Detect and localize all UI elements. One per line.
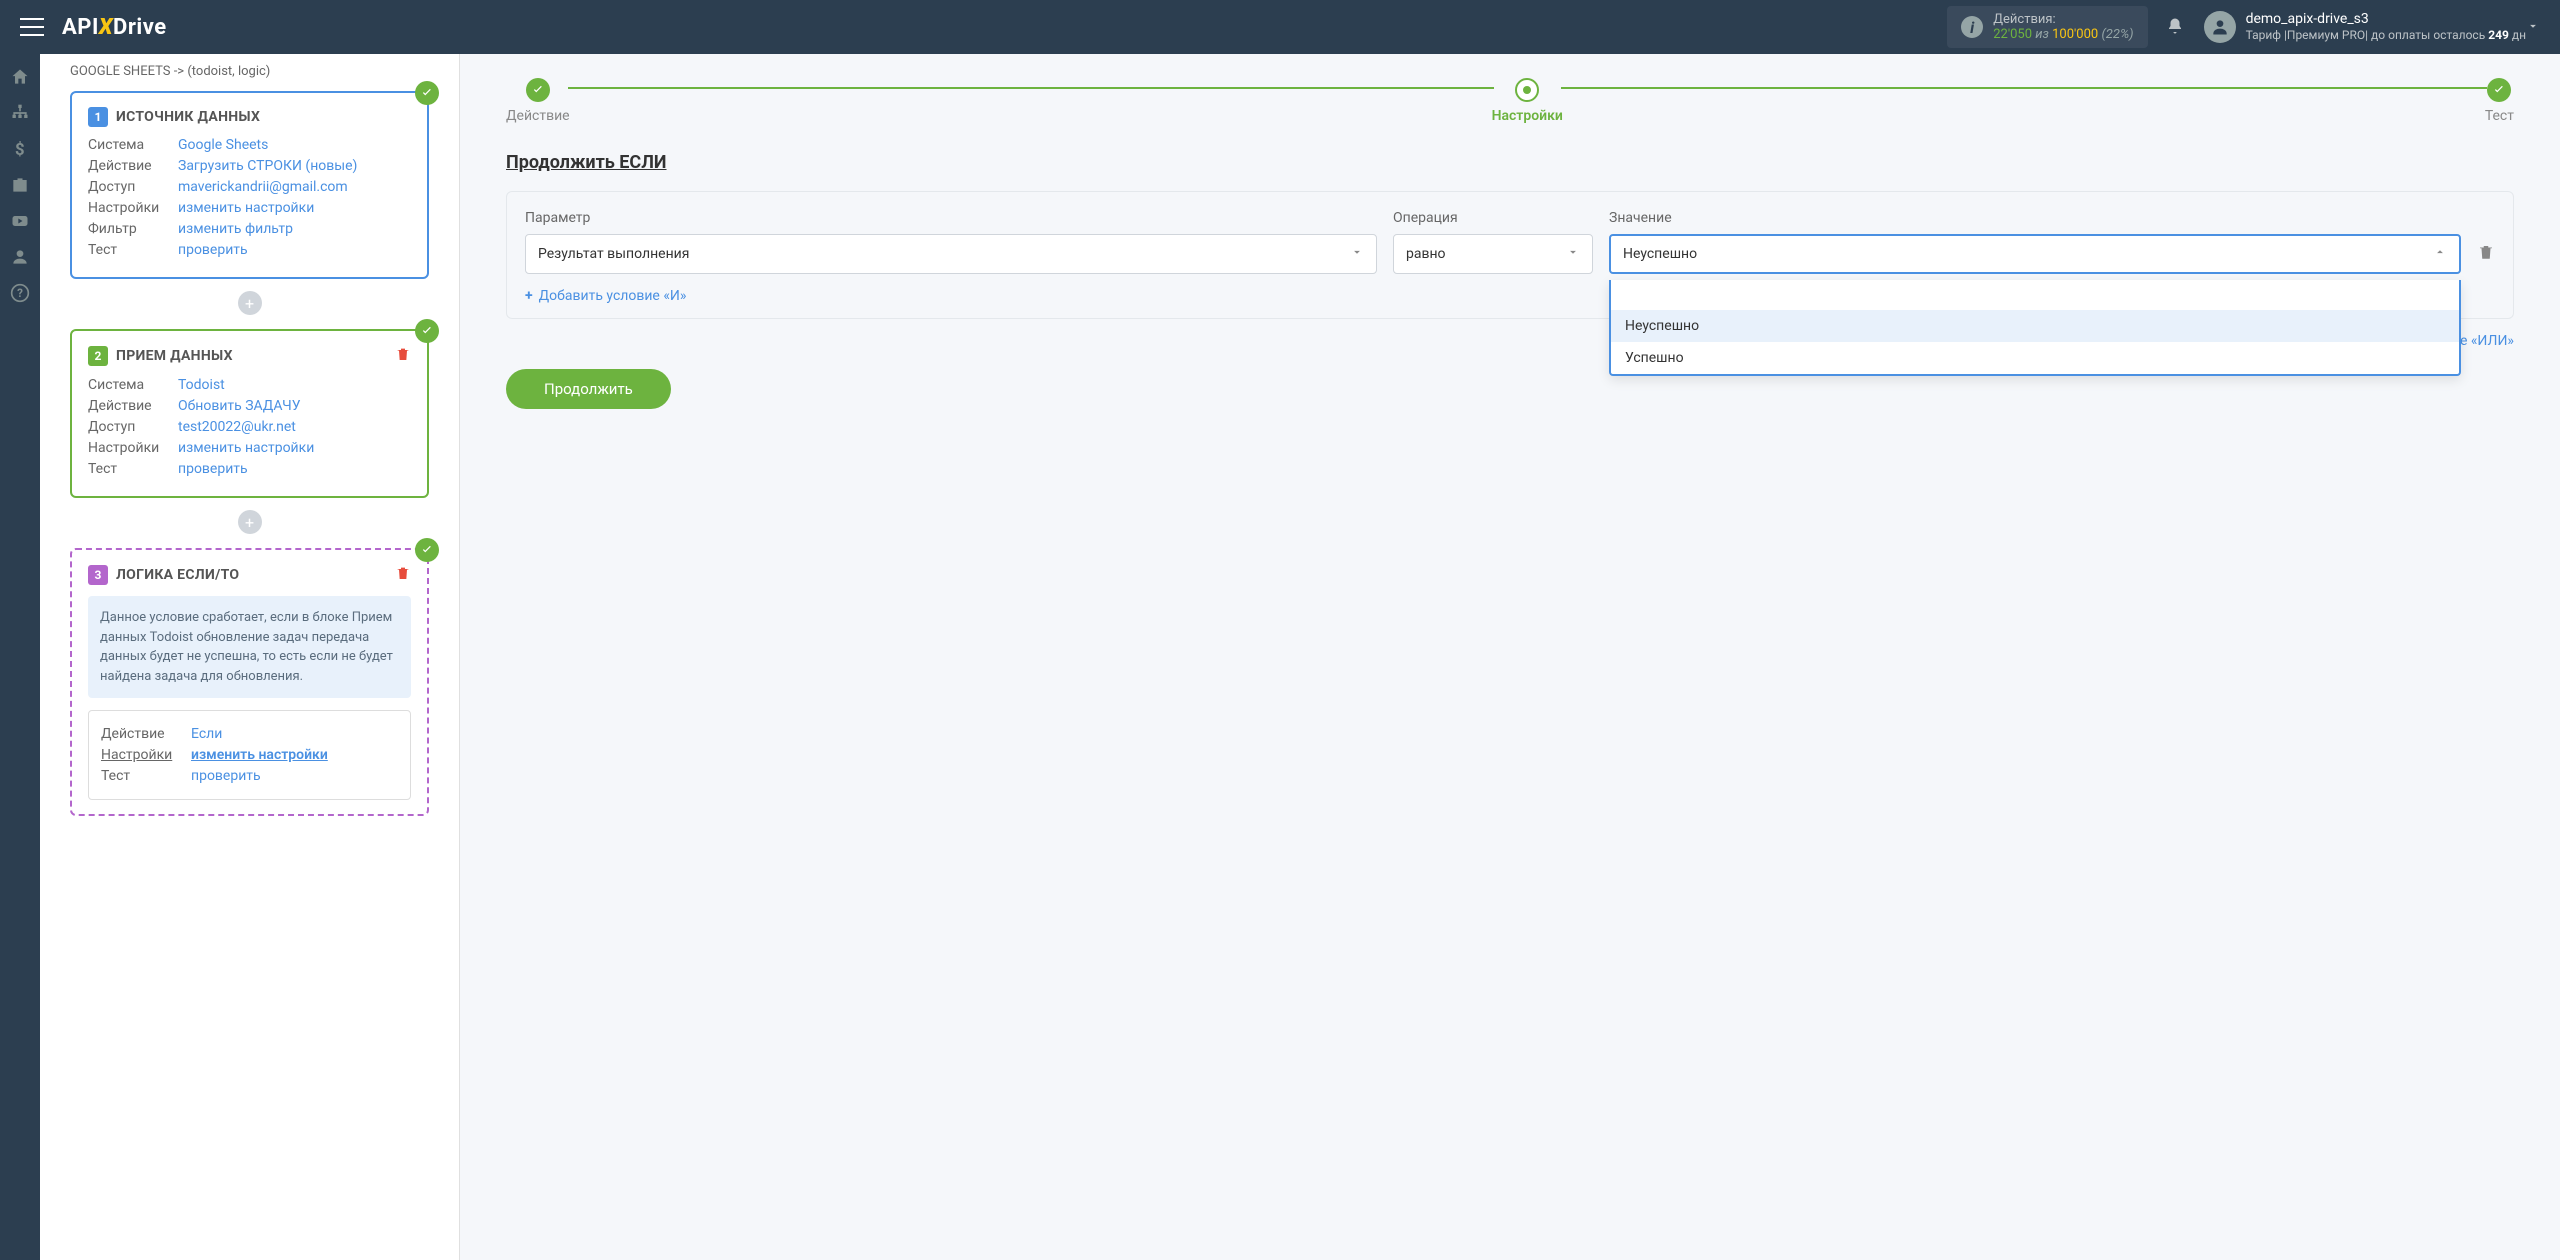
logo-text-pre: API: [62, 15, 99, 40]
delete-block-icon[interactable]: [395, 345, 411, 367]
condition-group: Параметр Результат выполнения Операция р…: [506, 191, 2514, 319]
nav-briefcase-icon[interactable]: [9, 174, 31, 196]
value-label: Значение: [1609, 210, 2461, 226]
block-status-check-icon: [415, 319, 439, 343]
user-menu-chevron-icon[interactable]: [2526, 18, 2540, 37]
actions-counter[interactable]: i Действия: 22'050 из 100'000 (22%): [1947, 6, 2147, 48]
logic-test-link[interactable]: проверить: [191, 768, 261, 784]
logic-settings-link[interactable]: изменить настройки: [191, 747, 328, 763]
step-done-icon: [2487, 78, 2511, 102]
user-avatar[interactable]: [2204, 11, 2236, 43]
logo-text-post: Drive: [113, 15, 167, 40]
operation-select[interactable]: равно: [1393, 234, 1593, 274]
svg-text:$: $: [15, 141, 25, 159]
step-test[interactable]: Тест: [2485, 78, 2514, 124]
destination-block[interactable]: 2 ПРИЕМ ДАННЫХ СистемаTodoist ДействиеОб…: [70, 329, 429, 498]
param-select[interactable]: Результат выполнения: [525, 234, 1377, 274]
block-number: 2: [88, 346, 108, 366]
source-test-link[interactable]: проверить: [178, 242, 248, 258]
block-title: ПРИЕМ ДАННЫХ: [116, 348, 233, 364]
source-access-link[interactable]: maverickandrii@gmail.com: [178, 179, 348, 195]
topbar: APIXDrive i Действия: 22'050 из 100'000 …: [0, 0, 2560, 54]
block-title: ЛОГИКА ЕСЛИ/ТО: [116, 567, 239, 583]
continue-button[interactable]: Продолжить: [506, 369, 671, 409]
user-plan: Тариф |Премиум PRO| до оплаты осталось 2…: [2246, 28, 2526, 42]
actions-numbers: 22'050 из 100'000 (22%): [1993, 27, 2133, 42]
delete-block-icon[interactable]: [395, 564, 411, 586]
chevron-down-icon: [1566, 245, 1580, 263]
blocks-panel: GOOGLE SHEETS -> (todoist, logic) 1 ИСТО…: [40, 54, 460, 1260]
dest-access-link[interactable]: test20022@ukr.net: [178, 419, 296, 435]
block-status-check-icon: [415, 81, 439, 105]
chevron-down-icon: [1350, 245, 1364, 263]
section-title: Продолжить ЕСЛИ: [506, 152, 2514, 173]
user-info[interactable]: demo_apix-drive_s3 Тариф |Премиум PRO| д…: [2246, 11, 2526, 42]
block-number: 3: [88, 565, 108, 585]
nav-help-icon[interactable]: ?: [9, 282, 31, 304]
step-action[interactable]: Действие: [506, 78, 570, 124]
main-panel: Действие Настройки Тест Продолжить ЕСЛИ …: [460, 54, 2560, 1260]
nav-billing-icon[interactable]: $: [9, 138, 31, 160]
breadcrumb: GOOGLE SHEETS -> (todoist, logic): [70, 64, 429, 79]
dropdown-option[interactable]: Успешно: [1611, 342, 2459, 374]
notifications-icon[interactable]: [2166, 17, 2184, 37]
dest-system-link[interactable]: Todoist: [178, 377, 225, 393]
dest-action-link[interactable]: Обновить ЗАДАЧУ: [178, 398, 301, 414]
delete-condition-icon[interactable]: [2477, 242, 2495, 274]
step-done-icon: [526, 78, 550, 102]
step-settings[interactable]: Настройки: [1492, 78, 1563, 124]
add-block-button[interactable]: +: [238, 510, 262, 534]
value-select[interactable]: Неуспешно Неуспешно Успешно: [1609, 234, 2461, 274]
source-action-link[interactable]: Загрузить СТРОКИ (новые): [178, 158, 357, 174]
value-dropdown: Неуспешно Успешно: [1609, 280, 2461, 376]
source-block[interactable]: 1 ИСТОЧНИК ДАННЫХ СистемаGoogle Sheets Д…: [70, 91, 429, 279]
dest-test-link[interactable]: проверить: [178, 461, 248, 477]
stepper: Действие Настройки Тест: [506, 78, 2514, 124]
source-filter-link[interactable]: изменить фильтр: [178, 221, 293, 237]
block-title: ИСТОЧНИК ДАННЫХ: [116, 109, 260, 125]
user-name: demo_apix-drive_s3: [2246, 11, 2526, 28]
block-number: 1: [88, 107, 108, 127]
side-nav: $ ?: [0, 54, 40, 1260]
block-status-check-icon: [415, 538, 439, 562]
source-settings-link[interactable]: изменить настройки: [178, 200, 314, 216]
step-current-icon: [1515, 78, 1539, 102]
nav-account-icon[interactable]: [9, 246, 31, 268]
add-block-button[interactable]: +: [238, 291, 262, 315]
dest-settings-link[interactable]: изменить настройки: [178, 440, 314, 456]
operation-label: Операция: [1393, 210, 1593, 226]
logic-note: Данное условие сработает, если в блоке П…: [88, 596, 411, 698]
chevron-up-icon: [2433, 245, 2447, 263]
menu-toggle-button[interactable]: [20, 18, 44, 36]
logo-x: X: [99, 15, 113, 40]
logic-block[interactable]: 3 ЛОГИКА ЕСЛИ/ТО Данное условие сработае…: [70, 548, 429, 816]
info-icon: i: [1961, 16, 1983, 38]
svg-text:?: ?: [17, 286, 23, 300]
param-label: Параметр: [525, 210, 1377, 226]
nav-home-icon[interactable]: [9, 66, 31, 88]
dropdown-option[interactable]: Неуспешно: [1611, 310, 2459, 342]
logo[interactable]: APIXDrive: [62, 15, 167, 40]
actions-label: Действия:: [1993, 12, 2133, 27]
nav-video-icon[interactable]: [9, 210, 31, 232]
logic-action-link[interactable]: Если: [191, 726, 222, 742]
source-system-link[interactable]: Google Sheets: [178, 137, 268, 153]
nav-connections-icon[interactable]: [9, 102, 31, 124]
